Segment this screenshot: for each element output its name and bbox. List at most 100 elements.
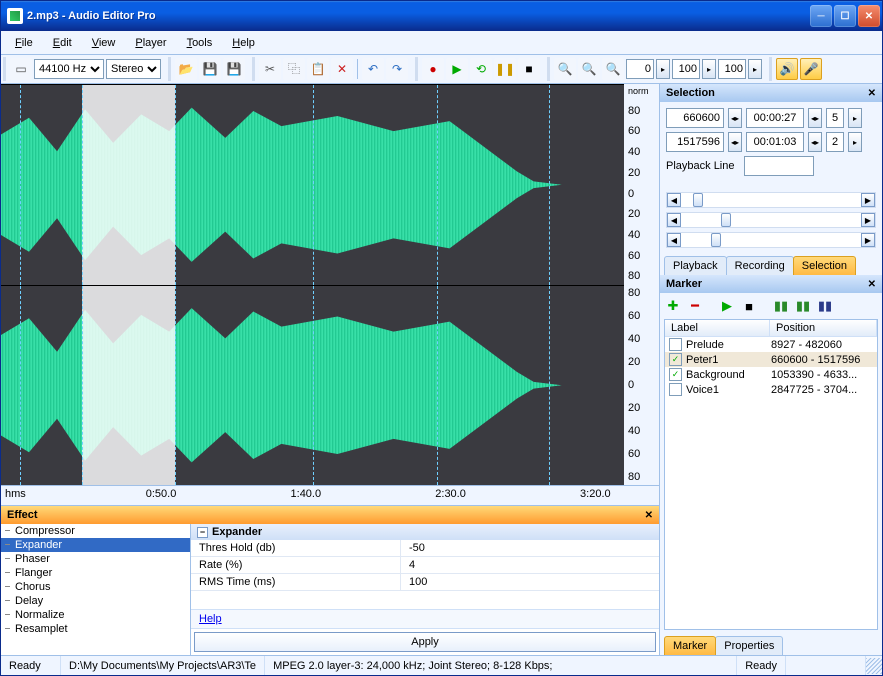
play-loop-button[interactable]: ⟲ [470,58,492,80]
tab-marker[interactable]: Marker [664,636,716,655]
copy-button[interactable]: ⿻ [283,58,305,80]
prop-rmstime-value[interactable]: 100 [401,574,659,590]
pause-button[interactable]: ❚❚ [494,58,516,80]
sel-start-time-spin[interactable]: ◂▸ [808,108,822,128]
selection-panel-close[interactable]: ✕ [868,88,876,99]
effect-item-phaser[interactable]: Phaser [1,552,190,566]
sel-end-sample[interactable] [666,132,724,152]
slider-1[interactable]: ◀▶ [666,192,876,208]
marker-panel-close[interactable]: ✕ [868,279,876,290]
slider-right-icon[interactable]: ▶ [861,233,875,247]
tab-recording[interactable]: Recording [726,256,794,275]
effect-item-delay[interactable]: Delay [1,594,190,608]
sel-start-extra-spin[interactable]: ▸ [848,108,862,128]
slider-right-icon[interactable]: ▶ [861,213,875,227]
redo-button[interactable]: ↷ [386,58,408,80]
waveform-selection[interactable] [82,286,175,486]
sel-end-time[interactable] [746,132,804,152]
master-vol-button[interactable]: 🔊 [776,58,798,80]
zoom-out-button[interactable]: 🔍 [578,58,600,80]
record-button[interactable]: ● [422,58,444,80]
marker-tool-b[interactable]: ▮▮ [794,297,812,315]
slider-3[interactable]: ◀▶ [666,232,876,248]
marker-checkbox[interactable] [669,338,682,351]
marker-row[interactable]: ✓Background1053390 - 4633... [665,367,877,382]
marker-stop-button[interactable]: ■ [740,297,758,315]
waveform-display[interactable]: norm 80604020020406080 80604020020406080 [1,84,659,485]
effect-item-resample[interactable]: Resamplet [1,622,190,636]
sample-rate-select[interactable]: 44100 Hz [34,59,104,79]
playback-line-input[interactable] [744,156,814,176]
sel-end-sample-spin[interactable]: ◂▸ [728,132,742,152]
sel-start-extra[interactable] [826,108,844,128]
marker-row[interactable]: Prelude8927 - 482060 [665,337,877,352]
menu-view[interactable]: View [84,34,124,52]
sel-start-sample-spin[interactable]: ◂▸ [728,108,742,128]
time-axis[interactable]: hms 0:50.0 1:40.0 2:30.0 3:20.0 [1,485,659,505]
pos-b-input[interactable] [672,59,700,79]
marker-col-label[interactable]: Label [665,320,770,336]
effect-item-compressor[interactable]: Compressor [1,524,190,538]
marker-checkbox[interactable]: ✓ [669,368,682,381]
pos-c-spinner[interactable]: ▸ [748,59,762,79]
slider-left-icon[interactable]: ◀ [667,193,681,207]
collapse-icon[interactable]: − [197,527,208,538]
menu-edit[interactable]: Edit [45,34,80,52]
close-button[interactable]: ✕ [858,5,880,27]
prop-threshold-value[interactable]: -50 [401,540,659,556]
effect-list[interactable]: Compressor Expander Phaser Flanger Choru… [1,524,191,655]
zoom-in-button[interactable]: 🔍 [554,58,576,80]
maximize-button[interactable]: ☐ [834,5,856,27]
undo-button[interactable]: ↶ [362,58,384,80]
pos-b-spinner[interactable]: ▸ [702,59,716,79]
slider-left-icon[interactable]: ◀ [667,213,681,227]
marker-col-position[interactable]: Position [770,320,877,336]
save-button[interactable]: 💾 [199,58,221,80]
tab-playback[interactable]: Playback [664,256,727,275]
pos-a-input[interactable] [626,59,654,79]
paste-button[interactable]: 📋 [307,58,329,80]
prop-rate-value[interactable]: 4 [401,557,659,573]
sel-end-extra[interactable] [826,132,844,152]
resize-grip-icon[interactable] [866,658,882,674]
apply-button[interactable]: Apply [194,632,656,652]
marker-remove-button[interactable]: ━ [686,297,704,315]
zoom-fit-button[interactable]: 🔍 [602,58,624,80]
cut-button[interactable]: ✂ [259,58,281,80]
effect-item-flanger[interactable]: Flanger [1,566,190,580]
slider-left-icon[interactable]: ◀ [667,233,681,247]
effect-item-normalize[interactable]: Normalize [1,608,190,622]
marker-tool-c[interactable]: ▮▮ [816,297,834,315]
menu-help[interactable]: Help [224,34,263,52]
tab-properties[interactable]: Properties [715,636,783,655]
channels-select[interactable]: Stereo [106,59,161,79]
minimize-button[interactable]: ─ [810,5,832,27]
effect-item-expander[interactable]: Expander [1,538,190,552]
menu-tools[interactable]: Tools [179,34,221,52]
marker-list[interactable]: Label Position Prelude8927 - 482060 ✓Pet… [664,319,878,630]
mic-vol-button[interactable]: 🎤 [800,58,822,80]
tab-selection[interactable]: Selection [793,256,856,275]
sel-end-extra-spin[interactable]: ▸ [848,132,862,152]
effect-help-link[interactable]: Help [191,609,659,629]
marker-checkbox[interactable] [669,383,682,396]
marker-add-button[interactable]: ✚ [664,297,682,315]
new-button[interactable]: ▭ [10,58,32,80]
slider-2[interactable]: ◀▶ [666,212,876,228]
save-sel-button[interactable]: 💾 [223,58,245,80]
waveform-selection[interactable] [82,85,175,285]
marker-checkbox[interactable]: ✓ [669,353,682,366]
menu-player[interactable]: Player [127,34,174,52]
open-button[interactable]: 📂 [175,58,197,80]
sel-end-time-spin[interactable]: ◂▸ [808,132,822,152]
pos-c-input[interactable] [718,59,746,79]
sel-start-time[interactable] [746,108,804,128]
stop-button[interactable]: ■ [518,58,540,80]
marker-play-button[interactable]: ▶ [718,297,736,315]
waveform-right-channel[interactable] [1,285,624,486]
menu-file[interactable]: File [7,34,41,52]
marker-row[interactable]: ✓Peter1660600 - 1517596 [665,352,877,367]
effect-item-chorus[interactable]: Chorus [1,580,190,594]
marker-tool-a[interactable]: ▮▮ [772,297,790,315]
slider-right-icon[interactable]: ▶ [861,193,875,207]
